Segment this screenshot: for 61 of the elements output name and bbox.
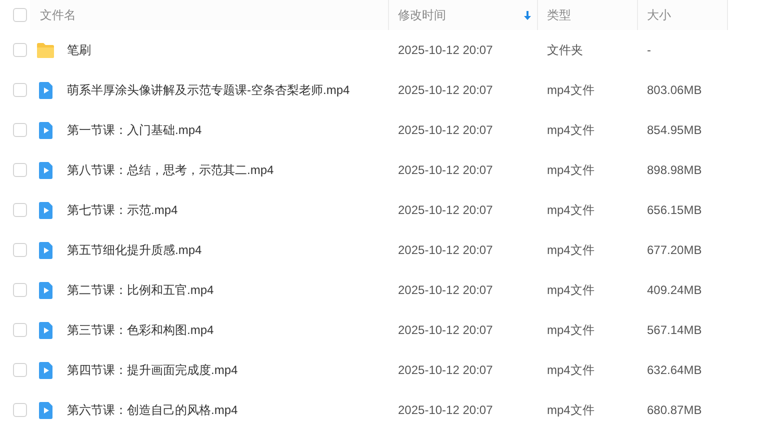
file-size: 656.15MB: [647, 203, 702, 217]
file-size: 854.95MB: [647, 123, 702, 137]
file-name[interactable]: 第七节课：示范.mp4: [67, 201, 178, 219]
file-size: 409.24MB: [647, 283, 702, 297]
video-file-icon: [36, 80, 55, 100]
file-name[interactable]: 笔刷: [67, 41, 91, 59]
video-file-icon: [36, 160, 55, 180]
video-file-icon: [36, 400, 55, 420]
file-size: 680.87MB: [647, 403, 702, 417]
file-size: -: [647, 43, 651, 57]
file-size: 632.64MB: [647, 363, 702, 377]
file-name[interactable]: 第四节课：提升画面完成度.mp4: [67, 361, 238, 379]
checkbox[interactable]: [13, 203, 27, 217]
checkbox[interactable]: [13, 43, 27, 57]
checkbox[interactable]: [13, 283, 27, 297]
checkbox[interactable]: [13, 323, 27, 337]
modified-time: 2025-10-12 20:07: [398, 43, 493, 57]
modified-time: 2025-10-12 20:07: [398, 243, 493, 257]
video-file-icon: [36, 120, 55, 140]
video-file-icon: [36, 280, 55, 300]
file-type: mp4文件: [547, 363, 594, 377]
video-file-icon: [36, 320, 55, 340]
checkbox[interactable]: [13, 403, 27, 417]
checkbox[interactable]: [13, 243, 27, 257]
checkbox[interactable]: [13, 163, 27, 177]
modified-time: 2025-10-12 20:07: [398, 83, 493, 97]
folder-icon: [36, 40, 55, 60]
video-file-icon: [36, 360, 55, 380]
file-type: mp4文件: [547, 203, 594, 217]
modified-time: 2025-10-12 20:07: [398, 363, 493, 377]
modified-time: 2025-10-12 20:07: [398, 123, 493, 137]
file-type: mp4文件: [547, 243, 594, 257]
file-name[interactable]: 萌系半厚涂头像讲解及示范专题课-空条杏梨老师.mp4: [67, 81, 350, 99]
file-name[interactable]: 第五节细化提升质感.mp4: [67, 241, 202, 259]
file-type: mp4文件: [547, 403, 594, 417]
file-type: mp4文件: [547, 163, 594, 177]
modified-time: 2025-10-12 20:07: [398, 323, 493, 337]
checkbox[interactable]: [13, 363, 27, 377]
file-size: 803.06MB: [647, 83, 702, 97]
checkbox[interactable]: [13, 123, 27, 137]
file-name[interactable]: 第六节课：创造自己的风格.mp4: [67, 401, 238, 419]
modified-time: 2025-10-12 20:07: [398, 403, 493, 417]
file-type: mp4文件: [547, 83, 594, 97]
file-name[interactable]: 第一节课：入门基础.mp4: [67, 121, 202, 139]
file-type: mp4文件: [547, 323, 594, 337]
modified-time: 2025-10-12 20:07: [398, 283, 493, 297]
file-size: 567.14MB: [647, 323, 702, 337]
checkbox[interactable]: [13, 83, 27, 97]
checkbox[interactable]: [13, 8, 27, 22]
file-name[interactable]: 第八节课：总结，思考，示范其二.mp4: [67, 161, 274, 179]
video-file-icon: [36, 200, 55, 220]
file-size: 898.98MB: [647, 163, 702, 177]
modified-time: 2025-10-12 20:07: [398, 203, 493, 217]
file-type: mp4文件: [547, 123, 594, 137]
file-type: 文件夹: [547, 43, 583, 57]
file-size: 677.20MB: [647, 243, 702, 257]
modified-time: 2025-10-12 20:07: [398, 163, 493, 177]
file-type: mp4文件: [547, 283, 594, 297]
video-file-icon: [36, 240, 55, 260]
file-name[interactable]: 第二节课：比例和五官.mp4: [67, 281, 214, 299]
file-name[interactable]: 第三节课：色彩和构图.mp4: [67, 321, 214, 339]
